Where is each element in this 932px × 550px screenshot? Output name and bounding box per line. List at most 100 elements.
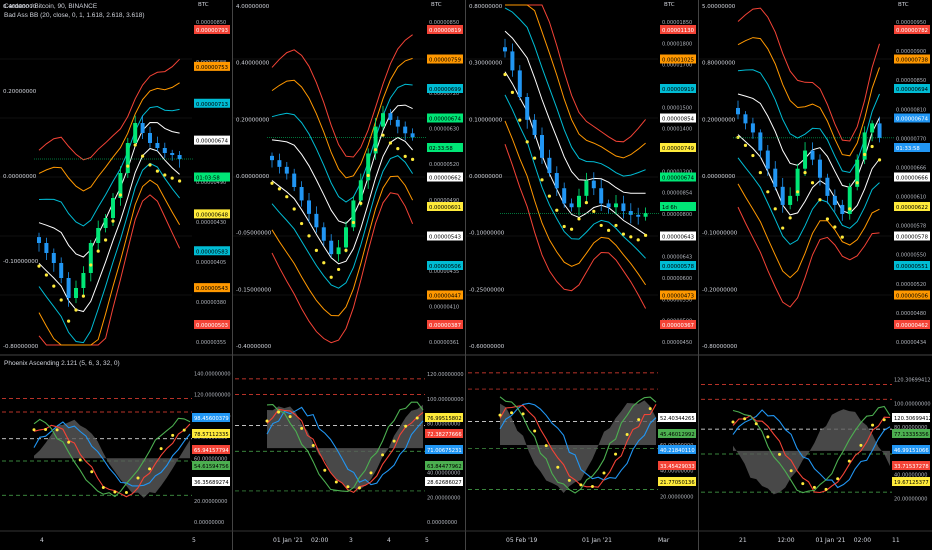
bollinger-band-up xyxy=(38,105,180,227)
osc-dot xyxy=(124,491,128,495)
price-label-text: 0.00000749 xyxy=(662,146,694,152)
psar-dot xyxy=(766,190,770,194)
psar-dot xyxy=(270,181,274,185)
left-axis-tick: -0.10000000 xyxy=(3,259,39,265)
x-axis-tick: 3 xyxy=(349,537,353,544)
candle-body xyxy=(410,133,415,138)
candle-body xyxy=(44,243,49,253)
left-axis-tick: -0.10000000 xyxy=(702,231,738,237)
left-axis-tick: -0.05000000 xyxy=(236,231,272,237)
left-axis-tick: 0.20000000 xyxy=(236,117,270,123)
osc-axis-tick: 80.00000000 xyxy=(427,421,460,427)
candle-body xyxy=(403,126,408,134)
candle-body xyxy=(599,188,604,204)
psar-dot xyxy=(277,187,281,191)
osc-value-label-text: 19.67125377 xyxy=(894,480,929,486)
osc-dot xyxy=(614,452,618,456)
right-axis-tick: 0.00000770 xyxy=(896,136,926,142)
price-label-text: 0.00000674 xyxy=(196,139,229,145)
right-axis-tick: 0.00000850 xyxy=(896,78,926,84)
price-label-text: 0.00000462 xyxy=(896,323,928,329)
osc-value-label-text: 36.35689274 xyxy=(194,480,229,486)
osc-value-label-text: 63.84477962 xyxy=(427,464,462,470)
candle-body xyxy=(510,51,515,71)
price-label-text: 0.00000473 xyxy=(662,294,694,300)
psar-dot xyxy=(89,263,93,267)
chart-canvas[interactable]: 0.40000000 0.20000000 0.00000000 -0.1000000… xyxy=(0,0,932,550)
osc-dot xyxy=(579,483,583,487)
psar-dot xyxy=(59,298,63,302)
price-label-text: 0.00000643 xyxy=(662,235,694,241)
bollinger-band-up xyxy=(504,7,646,177)
price-label-text: 0.00000713 xyxy=(196,102,228,108)
bollinger-band-up xyxy=(505,4,646,159)
psar-dot xyxy=(773,207,777,211)
osc-dot xyxy=(731,420,735,424)
osc-dot xyxy=(113,490,117,494)
right-axis-tick: 0.00000854 xyxy=(662,191,692,197)
bollinger-band-up xyxy=(38,82,180,192)
price-label-text: 0.00000543 xyxy=(429,235,461,241)
osc-dot xyxy=(357,486,361,490)
left-axis-tick: 4.00000000 xyxy=(236,4,270,10)
psar-dot xyxy=(840,235,844,239)
bollinger-band-dn xyxy=(271,136,413,265)
psar-dot xyxy=(163,173,167,177)
osc-value-label-text: 52.40344265 xyxy=(660,416,695,422)
osc-dot xyxy=(288,415,292,419)
psar-dot xyxy=(796,190,800,194)
right-axis-tick: 0.00001500 xyxy=(662,105,692,111)
candle-body xyxy=(148,133,152,143)
osc-value-label-text: 65.94157794 xyxy=(194,448,229,454)
price-label-text: 0.00000759 xyxy=(429,58,461,64)
osc-dot xyxy=(101,486,105,490)
candle-body xyxy=(133,123,138,143)
psar-dot xyxy=(621,232,626,236)
left-axis-tick: -0.80000000 xyxy=(3,344,39,350)
x-axis-tick: Mar xyxy=(658,537,670,544)
price-label-text: 0.00000666 xyxy=(896,176,929,182)
osc-dot xyxy=(859,443,863,447)
osc-value-label-text: 28.62686027 xyxy=(427,480,462,486)
osc-dot xyxy=(498,413,502,417)
osc-value-label-text: 54.61594756 xyxy=(194,464,229,470)
psar-dot xyxy=(758,170,762,175)
osc-axis-tick: 0.00000000 xyxy=(194,520,224,526)
psar-dot xyxy=(877,158,882,162)
candle-body xyxy=(562,188,567,204)
psar-dot xyxy=(374,148,378,152)
price-label-text: 0.00000551 xyxy=(896,264,928,270)
right-axis-tick: 0.00000380 xyxy=(196,300,226,306)
candle-body xyxy=(584,180,589,196)
osc-value-label-text: 71.00675231 xyxy=(427,448,462,454)
psar-dot xyxy=(337,267,341,272)
psar-dot xyxy=(148,163,152,167)
candle-body xyxy=(59,263,64,278)
osc-value-label-text: 45.46012992 xyxy=(660,432,695,438)
psar-dot xyxy=(388,141,392,145)
candle-body xyxy=(51,253,56,263)
psar-dot xyxy=(314,248,318,252)
candle-body xyxy=(125,143,130,173)
osc-value-label-text: 77.13335356 xyxy=(894,432,929,438)
candle-body xyxy=(37,237,41,243)
psar-dot xyxy=(518,118,522,122)
left-axis-tick: 0.00000000 xyxy=(702,174,736,180)
candle-body xyxy=(388,113,393,120)
psar-dot xyxy=(562,224,566,229)
right-axis-tick: 0.00000430 xyxy=(196,220,226,226)
candle-body xyxy=(329,240,334,255)
candle-body xyxy=(758,132,763,151)
left-axis-tick: 0.30000000 xyxy=(469,61,503,67)
psar-dot xyxy=(803,170,807,175)
psar-dot xyxy=(547,194,552,198)
candle-body xyxy=(628,211,633,215)
psar-dot xyxy=(577,217,581,221)
right-axis-tick: 0.00000810 xyxy=(896,107,926,113)
psar-dot xyxy=(285,195,289,199)
candle-body xyxy=(832,195,837,205)
candle-body xyxy=(177,155,182,159)
candle-body xyxy=(554,173,559,189)
left-axis-tick: 0.40000000 xyxy=(236,61,270,67)
psar-dot xyxy=(44,273,49,277)
